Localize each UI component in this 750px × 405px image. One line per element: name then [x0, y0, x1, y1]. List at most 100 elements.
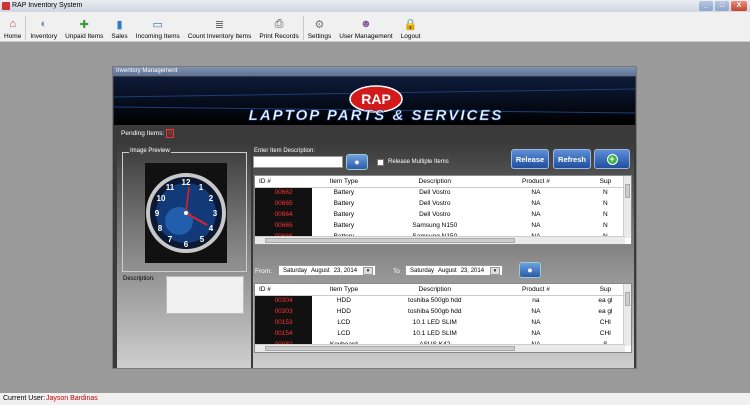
svg-text:8: 8: [158, 224, 163, 233]
svg-text:2: 2: [209, 194, 214, 203]
table-cell: NA: [531, 189, 541, 197]
table-cell: Battery: [333, 222, 355, 229]
svg-text:3: 3: [213, 209, 218, 218]
menu-logout[interactable]: 🔒 Logout: [397, 12, 425, 42]
close-button[interactable]: X: [731, 1, 747, 11]
menu-label: Sales: [111, 33, 128, 40]
column-header[interactable]: Item Type: [312, 284, 376, 296]
table-cell: 00665: [255, 220, 313, 231]
table-row[interactable]: 00662 Battery Dell Vostro NA N: [255, 187, 631, 198]
menu-settings[interactable]: ⚙ Settings: [304, 12, 336, 42]
menu-sales[interactable]: ▮ Sales: [107, 12, 131, 42]
menu-label: Home: [4, 33, 22, 40]
menu-print-records[interactable]: ⎙ Print Records: [255, 12, 302, 42]
from-label: From:: [255, 268, 272, 275]
pending-items-count[interactable]: 0: [166, 129, 174, 138]
table-cell: HDD: [336, 297, 351, 305]
clock-image: 12 12 3 45 6 78 9 1011: [145, 163, 227, 263]
menu-label: Unpaid Items: [65, 33, 104, 40]
to-date-date: 23, 2014: [460, 267, 485, 274]
table-row[interactable]: 00154 LCD 10.1 LED SLIM NA CHI: [255, 328, 631, 339]
column-header[interactable]: ID #: [255, 284, 313, 296]
menu-count-inventory-items[interactable]: ≣ Count Inventory Items: [184, 12, 256, 42]
table-row[interactable]: 00665 Battery Samsung N150 NA N: [255, 220, 631, 231]
release-multiple-checkbox[interactable]: [377, 159, 384, 166]
app-titlebar: RAP Inventory System _ □ X: [0, 0, 750, 12]
menu-unpaid-items[interactable]: ✚ Unpaid Items: [61, 12, 107, 42]
menu-user-management[interactable]: ☻ User Management: [335, 12, 396, 42]
table-cell: Samsung N150: [412, 222, 458, 229]
unpaid-items-icon: ✚: [79, 18, 89, 31]
to-date-picker[interactable]: Saturday August 23, 2014 ▾: [405, 265, 503, 276]
printer-icon: ⎙: [274, 17, 284, 30]
table-cell: 10.1 LED SLIM: [412, 319, 457, 326]
table-cell: NA: [531, 222, 541, 229]
table-row[interactable]: 00664 Battery Dell Vostro NA N: [255, 209, 631, 220]
minimize-button[interactable]: _: [699, 1, 713, 11]
table-cell: 10.1 LED SLIM: [412, 330, 457, 337]
menu-label: Incoming Items: [135, 33, 180, 40]
table-cell: 00665: [255, 198, 313, 209]
menu-home[interactable]: ⌂ Home: [0, 12, 25, 42]
column-header[interactable]: Description: [375, 284, 495, 296]
date-search-button[interactable]: ●: [519, 262, 541, 278]
status-bar: Current User: Jayson Bardinas: [0, 393, 750, 405]
pending-items: Pending Items: 0: [121, 129, 174, 138]
svg-text:11: 11: [166, 183, 175, 192]
table-cell: Battery: [333, 200, 355, 207]
table-cell: Dell Vostro: [419, 189, 451, 197]
vertical-scrollbar[interactable]: [623, 284, 631, 346]
released-items-grid[interactable]: ID # Item Type Description Product # Sup 0030…: [254, 283, 632, 353]
horizontal-scrollbar[interactable]: [255, 236, 625, 244]
table-row[interactable]: 00303 HDD toshiba 500gb hdd NA ea gl: [255, 306, 631, 317]
column-header[interactable]: Product #: [494, 284, 578, 296]
current-user-name: Jayson Bardinas: [46, 395, 98, 402]
table-row[interactable]: 00665 Battery Dell Vostro NA N: [255, 198, 631, 209]
window-title: Inventory Management: [113, 67, 636, 76]
menu-incoming-items[interactable]: ▭ Incoming Items: [132, 12, 184, 42]
svg-text:1: 1: [199, 183, 204, 192]
home-icon: ⌂: [9, 18, 16, 30]
available-items-grid[interactable]: ID # Item Type Description Product # Sup 0066…: [254, 175, 632, 245]
search-button[interactable]: ●: [346, 154, 368, 170]
sales-icon: ▮: [116, 18, 123, 31]
enter-item-label: Enter Item Description:: [254, 148, 316, 154]
item-description-input[interactable]: [253, 156, 343, 168]
inventory-management-window: Inventory Management RAP LAPTOP PARTS & …: [112, 66, 637, 369]
horizontal-scrollbar[interactable]: [255, 344, 625, 352]
calendar-dropdown-icon[interactable]: ▾: [490, 267, 500, 275]
table-cell: 00304: [255, 295, 313, 306]
table-row[interactable]: 00153 LCD 10.1 LED SLIM NA CHI: [255, 317, 631, 328]
calendar-dropdown-icon[interactable]: ▾: [363, 267, 373, 275]
lock-icon: 🔒: [403, 18, 418, 31]
release-button[interactable]: Release: [511, 149, 549, 169]
inventory-icon: ◐: [40, 18, 48, 30]
from-date-picker[interactable]: Saturday August 23, 2014 ▾: [278, 265, 376, 276]
table-cell: na: [532, 297, 540, 305]
restore-button[interactable]: □: [715, 1, 729, 11]
column-header[interactable]: Product #: [494, 176, 578, 188]
to-date-month: August: [438, 267, 457, 274]
menu-label: Inventory: [30, 33, 58, 40]
table-cell: 00662: [255, 187, 313, 198]
table-cell: 00154: [255, 328, 313, 339]
menu-inventory[interactable]: ◐ Inventory: [26, 12, 61, 42]
add-item-button[interactable]: +: [594, 149, 630, 169]
table-cell: 00303: [255, 306, 313, 317]
users-icon: ☻: [360, 18, 372, 30]
table-row[interactable]: 00304 HDD toshiba 500gb hdd na ea gl: [255, 295, 631, 306]
menu-label: Settings: [307, 33, 332, 40]
table-cell: NA: [531, 211, 541, 218]
svg-text:9: 9: [155, 209, 160, 218]
table-cell: Battery: [333, 211, 355, 218]
table-cell: NA: [531, 330, 541, 337]
menu-label: Logout: [400, 33, 421, 40]
app-logo-icon: [2, 2, 10, 10]
vertical-scrollbar[interactable]: [623, 176, 631, 238]
svg-text:12: 12: [182, 178, 191, 187]
refresh-button[interactable]: Refresh: [553, 149, 591, 169]
column-header[interactable]: Item Type: [312, 176, 376, 188]
column-header[interactable]: ID #: [255, 176, 313, 188]
column-header[interactable]: Description: [375, 176, 495, 188]
menu-label: Count Inventory Items: [187, 33, 252, 40]
